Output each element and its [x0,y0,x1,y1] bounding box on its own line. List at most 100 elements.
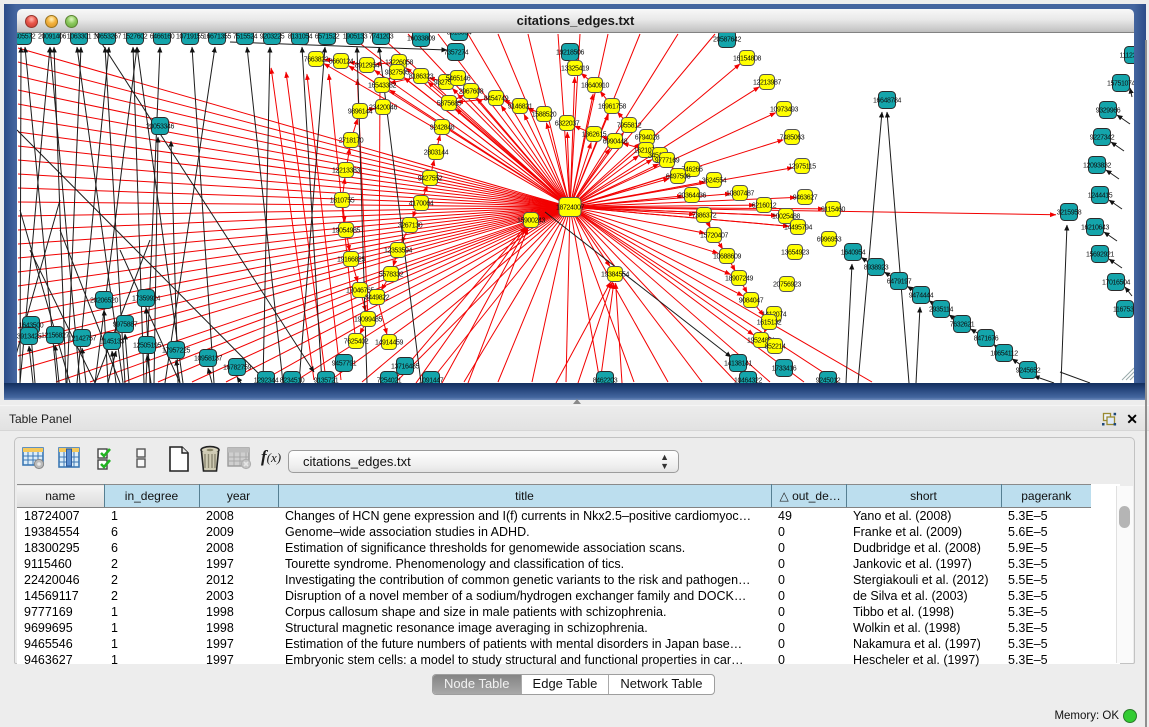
svg-text:9457791: 9457791 [332,360,357,367]
svg-text:20587642: 20587642 [713,36,741,43]
svg-text:8131054: 8131054 [288,33,313,40]
svg-text:19166825: 19166825 [337,256,365,263]
svg-text:3449822: 3449822 [365,294,390,301]
svg-text:12156827: 12156827 [41,332,69,339]
svg-text:6497508: 6497508 [666,173,691,180]
svg-text:12213987: 12213987 [753,79,781,86]
svg-text:9896144: 9896144 [348,108,373,115]
svg-text:15751074: 15751074 [1107,80,1134,87]
svg-text:14914459: 14914459 [375,339,403,346]
svg-text:8462203: 8462203 [593,377,618,383]
svg-text:9329966: 9329966 [1096,107,1121,114]
svg-text:19218506: 19218506 [556,49,584,56]
svg-text:16543382: 16543382 [368,82,396,89]
svg-text:14138141: 14138141 [724,360,752,367]
svg-text:15900243: 15900243 [517,217,545,224]
svg-text:7357274: 7357274 [444,49,469,56]
svg-text:852214: 852214 [765,343,786,350]
svg-text:20053346: 20053346 [146,123,174,130]
svg-text:1244415: 1244415 [1088,192,1113,199]
svg-text:7485063: 7485063 [780,134,805,141]
svg-text:7663822: 7663822 [304,56,329,63]
svg-text:1733416: 1733416 [772,365,797,372]
svg-text:7386372: 7386372 [692,212,717,219]
svg-text:20364436: 20364436 [678,192,706,199]
svg-text:12505195: 12505195 [133,342,161,349]
svg-text:9975887: 9975887 [113,321,138,328]
svg-text:9463627: 9463627 [793,194,818,201]
svg-text:3913425: 3913425 [17,333,42,340]
svg-text:7955812: 7955812 [617,122,642,129]
svg-text:3624554: 3624554 [702,177,727,184]
svg-text:10719155: 10719155 [176,33,204,40]
svg-text:16782759: 16782759 [223,364,251,371]
svg-text:20756923: 20756923 [773,281,801,288]
svg-text:13325419: 13325419 [561,65,589,72]
svg-text:14495794: 14495794 [784,224,812,231]
svg-text:1640954: 1640954 [841,249,866,256]
svg-text:2967608: 2967608 [459,88,484,95]
svg-text:6571522: 6571522 [315,33,340,40]
svg-text:19384554: 19384554 [601,271,629,278]
svg-text:1588520: 1588520 [532,111,557,118]
svg-text:16154808: 16154808 [733,55,761,62]
svg-text:9777169: 9777169 [655,157,680,164]
svg-text:6479197: 6479197 [887,278,912,285]
svg-text:2405572: 2405572 [17,33,36,40]
svg-text:16961758: 16961758 [598,103,626,110]
svg-text:7632621: 7632621 [950,321,975,328]
svg-text:10653267: 10653267 [93,33,121,40]
svg-text:5875685: 5875685 [437,100,462,107]
svg-text:10464322: 10464322 [734,377,762,383]
svg-text:9084047: 9084047 [739,297,764,304]
svg-text:7741203: 7741203 [369,33,394,40]
svg-text:3215958: 3215958 [1057,209,1082,216]
svg-text:9327505: 9327505 [385,69,410,76]
svg-text:12142757: 12142757 [68,335,96,342]
svg-text:9115460: 9115460 [821,206,845,213]
svg-text:9245012: 9245012 [816,377,841,383]
svg-text:9203225: 9203225 [260,33,285,40]
svg-text:2803144: 2803144 [424,149,449,156]
svg-text:6322037: 6322037 [555,120,580,127]
svg-text:16210643: 16210643 [1081,224,1109,231]
svg-text:18724007: 18724007 [556,204,584,211]
svg-text:9227342: 9227342 [1090,134,1115,141]
svg-text:8186323: 8186323 [409,73,434,80]
svg-text:1167531: 1167531 [1113,306,1134,313]
svg-text:17359924: 17359924 [132,295,160,302]
svg-text:8234510: 8234510 [280,377,305,383]
svg-text:10654112: 10654112 [990,350,1018,357]
svg-text:6216012: 6216012 [752,202,777,209]
svg-text:6466160: 6466160 [150,33,175,40]
svg-text:9135721: 9135721 [314,377,339,383]
svg-text:17957225: 17957225 [162,347,190,354]
svg-text:1527602: 1527602 [123,33,148,40]
svg-text:10688609: 10688609 [713,253,741,260]
svg-text:10807487: 10807487 [726,190,754,197]
svg-text:7625402: 7625402 [344,338,369,345]
svg-text:6990448: 6990448 [603,138,628,145]
svg-text:18907249: 18907249 [725,275,753,282]
svg-text:9146821: 9146821 [508,103,533,110]
svg-text:18640910: 18640910 [581,82,609,89]
svg-text:8938923: 8938923 [864,264,889,271]
svg-text:17016504: 17016504 [1102,279,1130,286]
svg-text:1615132: 1615132 [757,319,782,326]
svg-text:1091447: 1091447 [419,377,444,383]
svg-text:15720407: 15720407 [700,232,728,239]
svg-text:1905133: 1905133 [343,33,368,40]
svg-text:15692921: 15692921 [1086,251,1114,258]
svg-text:9245652: 9245652 [1016,367,1041,374]
svg-text:19054985: 19054985 [332,227,360,234]
svg-text:10973493: 10973493 [770,106,798,113]
svg-text:5465146: 5465146 [446,75,471,82]
svg-text:6794028: 6794028 [635,134,660,141]
svg-text:2935114: 2935114 [929,306,953,313]
svg-text:2718170: 2718170 [339,137,364,144]
svg-text:11123405: 11123405 [1120,52,1134,59]
svg-text:3267130: 3267130 [398,222,423,229]
svg-text:7254021: 7254021 [377,377,402,383]
svg-text:8454749: 8454749 [484,95,509,102]
svg-text:8660124: 8660124 [329,58,354,65]
